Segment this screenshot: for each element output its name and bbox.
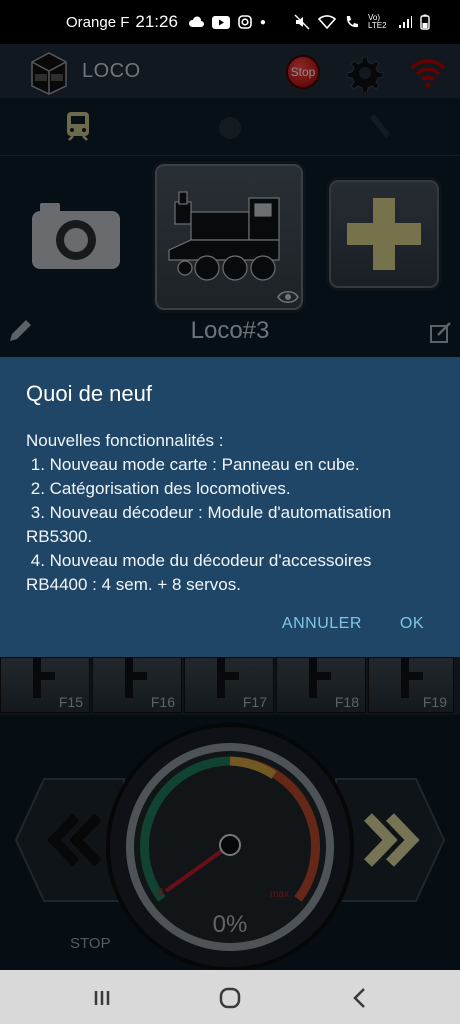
signal-icon	[399, 16, 412, 28]
recent-apps-icon[interactable]	[88, 984, 116, 1012]
status-bar: Orange F 21:26 ● Vo) LTE2	[0, 0, 460, 44]
battery-icon	[420, 14, 430, 30]
cloud-icon	[188, 16, 204, 27]
home-icon[interactable]	[216, 984, 244, 1012]
back-icon[interactable]	[346, 984, 374, 1012]
clock: 21:26	[135, 12, 178, 31]
ok-button[interactable]: OK	[400, 615, 424, 633]
dialog-actions: ANNULER OK	[282, 615, 424, 633]
mute-icon	[294, 14, 310, 30]
carrier-label: Orange F	[66, 13, 130, 31]
system-nav-bar	[0, 970, 460, 1024]
instagram-icon	[238, 15, 252, 29]
volte-label: Vo) LTE2	[368, 13, 387, 30]
wifi-status-icon	[318, 15, 336, 29]
notification-dot-icon: ●	[259, 16, 266, 28]
whats-new-dialog: Quoi de neuf Nouvelles fonctionnalités :…	[0, 357, 460, 657]
cancel-button[interactable]: ANNULER	[282, 615, 362, 633]
dialog-title: Quoi de neuf	[26, 381, 152, 406]
call-icon	[346, 16, 358, 28]
dialog-body: Nouvelles fonctionnalités : 1. Nouveau m…	[26, 431, 392, 594]
youtube-icon	[211, 15, 230, 29]
